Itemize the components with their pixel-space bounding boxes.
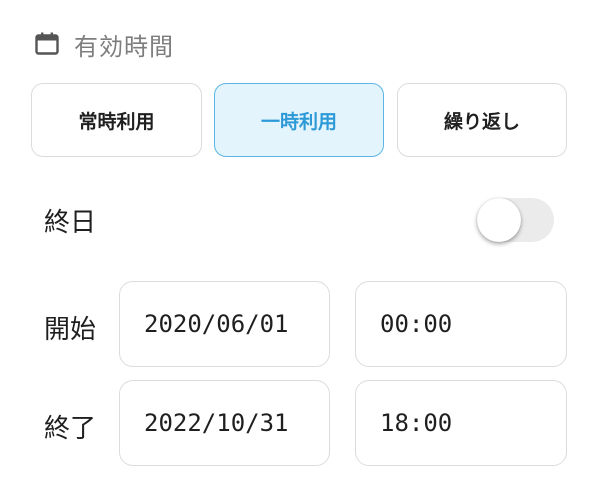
usage-option-temporary[interactable]: 一時利用 [214,83,384,157]
start-date-field[interactable]: 2020/06/01 [119,281,330,367]
toggle-thumb [477,198,521,242]
start-label: 開始 [44,315,97,345]
section-header: 有効時間 [34,26,174,62]
all-day-label: 終日 [44,208,97,238]
usage-option-repeat[interactable]: 繰り返し [397,83,567,157]
usage-option-always[interactable]: 常時利用 [31,83,202,157]
all-day-toggle[interactable] [477,198,554,242]
start-time-field[interactable]: 00:00 [355,281,567,367]
end-label: 終了 [44,414,97,444]
end-date-field[interactable]: 2022/10/31 [119,380,330,466]
section-title: 有効時間 [74,32,174,61]
calendar-icon [34,31,60,57]
end-time-field[interactable]: 18:00 [355,380,567,466]
